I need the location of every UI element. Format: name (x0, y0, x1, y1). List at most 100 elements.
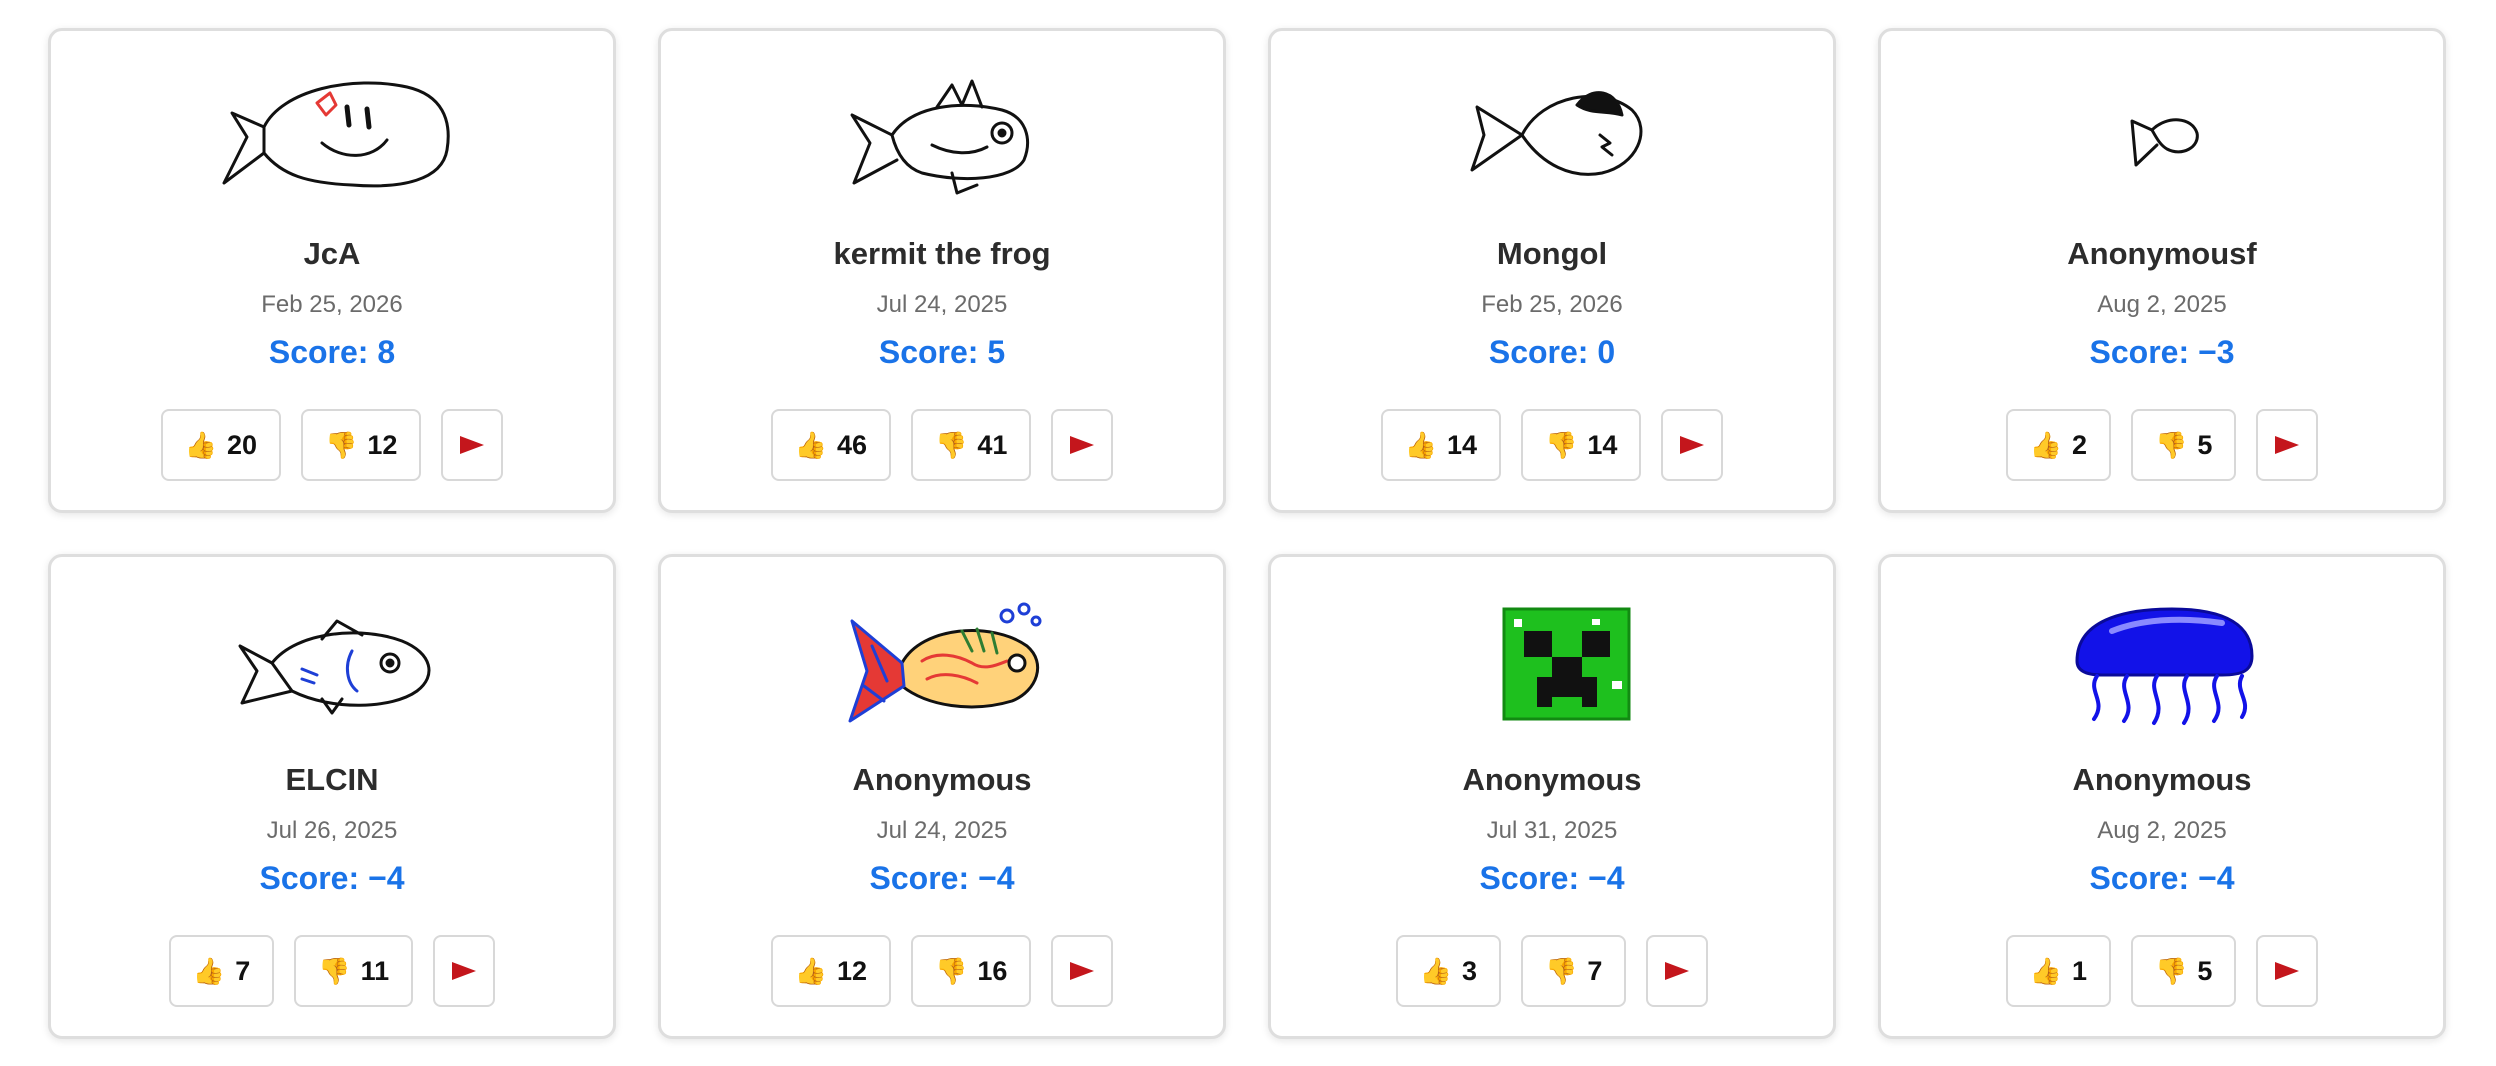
fish-drawing[interactable] (812, 591, 1072, 741)
card-date: Jul 24, 2025 (876, 291, 1008, 318)
report-button[interactable] (1051, 935, 1114, 1007)
upvote-button[interactable]: 👍 20 (160, 409, 281, 481)
downvote-count: 7 (1587, 955, 1603, 986)
downvote-button[interactable]: 👎 41 (911, 409, 1032, 481)
report-button[interactable] (441, 409, 504, 481)
fish-card: Anonymousf Aug 2, 2025 Score: −3 👍 2 👎 5 (1878, 28, 2446, 513)
flag-icon (2275, 962, 2300, 980)
card-date: Aug 2, 2025 (2097, 291, 2227, 318)
downvote-button[interactable]: 👎 11 (294, 935, 414, 1007)
upvote-count: 7 (235, 955, 251, 986)
upvote-count: 46 (836, 429, 867, 460)
upvote-count: 2 (2071, 429, 2087, 460)
fish-drawing[interactable] (202, 591, 462, 741)
card-date: Jul 31, 2025 (1486, 817, 1618, 844)
upvote-button[interactable]: 👍 3 (1395, 935, 1501, 1007)
card-name: Anonymous (2072, 762, 2252, 797)
thumbs-down-icon: 👎 (1545, 430, 1578, 460)
thumbs-up-icon: 👍 (192, 956, 226, 986)
fish-drawing[interactable] (1422, 65, 1682, 215)
vote-actions: 👍 1 👎 5 (1881, 935, 2443, 1007)
upvote-button[interactable]: 👍 14 (1380, 409, 1501, 481)
upvote-count: 12 (836, 955, 867, 986)
downvote-count: 12 (367, 429, 398, 460)
downvote-button[interactable]: 👎 12 (301, 409, 422, 481)
report-button[interactable] (1051, 409, 1114, 481)
card-score: Score: −4 (1479, 860, 1625, 896)
thumbs-up-icon: 👍 (1404, 430, 1437, 460)
vote-actions: 👍 3 👎 7 (1271, 935, 1833, 1007)
upvote-button[interactable]: 👍 12 (770, 935, 891, 1007)
flag-icon (452, 962, 477, 980)
card-date: Aug 2, 2025 (2097, 817, 2227, 844)
report-button[interactable] (1646, 935, 1709, 1007)
downvote-count: 5 (2197, 955, 2213, 986)
flag-icon (1070, 962, 1095, 980)
card-score: Score: −3 (2089, 334, 2235, 370)
thumbs-down-icon: 👎 (1545, 956, 1578, 986)
thumbs-down-icon: 👎 (935, 430, 968, 460)
thumbs-down-icon: 👎 (935, 956, 968, 986)
card-score: Score: 0 (1488, 334, 1616, 370)
fish-card: Anonymous Jul 24, 2025 Score: −4 👍 12 👎 16 (658, 554, 1226, 1039)
card-name: JcA (303, 236, 361, 271)
thumbs-up-icon: 👍 (794, 430, 827, 460)
report-button[interactable] (2256, 935, 2319, 1007)
fish-drawing[interactable] (1422, 591, 1682, 741)
upvote-button[interactable]: 👍 2 (2005, 409, 2111, 481)
downvote-count: 11 (360, 955, 390, 986)
fish-drawing[interactable] (2032, 65, 2292, 215)
fish-card: kermit the frog Jul 24, 2025 Score: 5 👍 4… (658, 28, 1226, 513)
card-score: Score: 5 (878, 334, 1006, 370)
upvote-button[interactable]: 👍 1 (2005, 935, 2111, 1007)
card-date: Feb 25, 2026 (1481, 291, 1623, 318)
fish-drawing[interactable] (202, 65, 462, 215)
report-button[interactable] (1661, 409, 1724, 481)
vote-actions: 👍 7 👎 11 (51, 935, 613, 1007)
report-button[interactable] (433, 935, 496, 1007)
downvote-button[interactable]: 👎 5 (2131, 409, 2237, 481)
thumbs-up-icon: 👍 (184, 430, 217, 460)
downvote-button[interactable]: 👎 5 (2131, 935, 2237, 1007)
card-score: Score: −4 (869, 860, 1015, 896)
card-name: Anonymous (852, 762, 1032, 797)
card-name: Anonymousf (2067, 236, 2257, 271)
report-button[interactable] (2256, 409, 2319, 481)
thumbs-up-icon: 👍 (2029, 430, 2062, 460)
fish-drawing[interactable] (2032, 591, 2292, 741)
card-date: Jul 24, 2025 (876, 817, 1008, 844)
vote-actions: 👍 46 👎 41 (661, 409, 1223, 481)
flag-icon (1070, 436, 1095, 454)
downvote-count: 14 (1587, 429, 1618, 460)
upvote-button[interactable]: 👍 46 (770, 409, 891, 481)
vote-actions: 👍 14 👎 14 (1271, 409, 1833, 481)
fish-card: Mongol Feb 25, 2026 Score: 0 👍 14 👎 14 (1268, 28, 1836, 513)
vote-actions: 👍 20 👎 12 (51, 409, 613, 481)
thumbs-up-icon: 👍 (794, 956, 827, 986)
fish-card: JcA Feb 25, 2026 Score: 8 👍 20 👎 12 (48, 28, 616, 513)
downvote-count: 5 (2197, 429, 2213, 460)
downvote-button[interactable]: 👎 7 (1521, 935, 1627, 1007)
upvote-button[interactable]: 👍 7 (168, 935, 275, 1007)
upvote-count: 1 (2071, 955, 2087, 986)
card-score: Score: −4 (2089, 860, 2235, 896)
fish-card: Anonymous Jul 31, 2025 Score: −4 👍 3 👎 7 (1268, 554, 1836, 1039)
vote-actions: 👍 2 👎 5 (1881, 409, 2443, 481)
upvote-count: 3 (1461, 955, 1477, 986)
downvote-count: 16 (977, 955, 1008, 986)
thumbs-down-icon: 👎 (2155, 430, 2188, 460)
thumbs-up-icon: 👍 (1419, 956, 1452, 986)
downvote-button[interactable]: 👎 14 (1521, 409, 1642, 481)
card-name: kermit the frog (833, 236, 1051, 271)
flag-icon (2275, 436, 2300, 454)
card-name: ELCIN (285, 762, 379, 797)
fish-gallery-grid: JcA Feb 25, 2026 Score: 8 👍 20 👎 12 kermit… (48, 28, 2446, 1039)
upvote-count: 20 (226, 429, 257, 460)
downvote-count: 41 (977, 429, 1008, 460)
card-score: Score: 8 (268, 334, 396, 370)
downvote-button[interactable]: 👎 16 (911, 935, 1032, 1007)
fish-drawing[interactable] (812, 65, 1072, 215)
flag-icon (1665, 962, 1690, 980)
thumbs-down-icon: 👎 (2155, 956, 2188, 986)
thumbs-down-icon: 👎 (325, 430, 358, 460)
